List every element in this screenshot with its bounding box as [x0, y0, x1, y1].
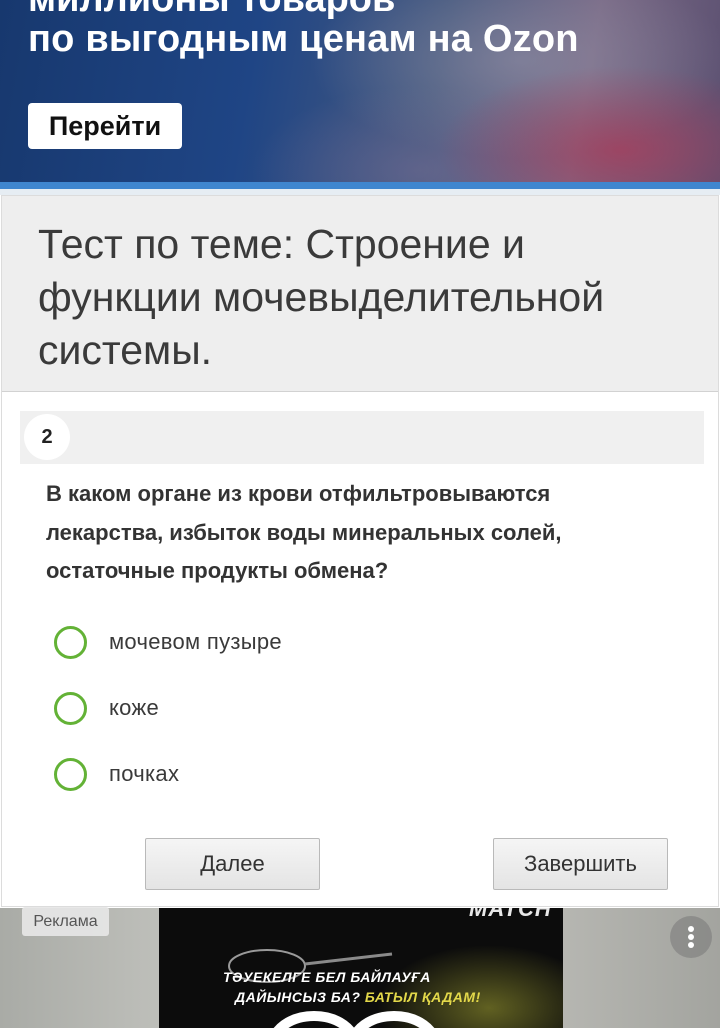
radio-button[interactable]	[54, 691, 87, 725]
ad-label: Реклама	[22, 907, 109, 936]
answer-option[interactable]: коже	[54, 690, 554, 726]
divider-strip	[0, 182, 720, 189]
question-text: В каком органе из крови отфильтровываютс…	[46, 481, 562, 583]
answer-option[interactable]: почках	[54, 756, 554, 792]
question-number-badge: 2	[24, 414, 70, 460]
bottom-ad-brand: MATCH	[469, 908, 552, 921]
quiz-title: Тест по теме: Строение и функции мочевыд…	[38, 221, 605, 373]
top-ad-headline: по выгодным ценам на Ozon	[28, 18, 579, 60]
quiz-card: Тест по теме: Строение и функции мочевыд…	[1, 195, 719, 907]
answer-option-label: коже	[109, 695, 160, 720]
bottom-ad-image[interactable]: MATCH ТӘУЕКЕЛГЕ БЕЛ БАЙЛАУҒА ДАЙЫНСЫЗ БА…	[159, 908, 563, 1028]
top-ad-banner[interactable]: миллионы товаров по выгодным ценам на Oz…	[0, 0, 720, 182]
more-vertical-icon	[688, 926, 694, 948]
more-options-button[interactable]	[670, 916, 712, 958]
answer-option[interactable]: мочевом пузыре	[54, 624, 554, 660]
radio-button[interactable]	[54, 625, 87, 659]
answer-option-label: почках	[109, 761, 180, 786]
top-ad-go-button[interactable]: Перейти	[28, 103, 182, 149]
question-number-bar: 2	[20, 411, 704, 464]
bottom-ad-line2-accent: БАТЫЛ ҚАДАМ!	[364, 989, 481, 1005]
answer-option-label: мочевом пузыре	[109, 629, 282, 654]
quiz-header: Тест по теме: Строение и функции мочевыд…	[2, 196, 718, 392]
finish-button[interactable]: Завершить	[493, 838, 668, 890]
radio-button[interactable]	[54, 757, 87, 791]
ad-graphic	[273, 1011, 435, 1028]
bottom-ad-line2-start: ДАЙЫНСЫЗ БА?	[235, 989, 361, 1005]
bottom-ad-line2: ДАЙЫНСЫЗ БА? БАТЫЛ ҚАДАМ!	[235, 989, 481, 1005]
next-button[interactable]: Далее	[145, 838, 320, 890]
bottom-ad-line1: ТӘУЕКЕЛГЕ БЕЛ БАЙЛАУҒА	[223, 969, 431, 985]
